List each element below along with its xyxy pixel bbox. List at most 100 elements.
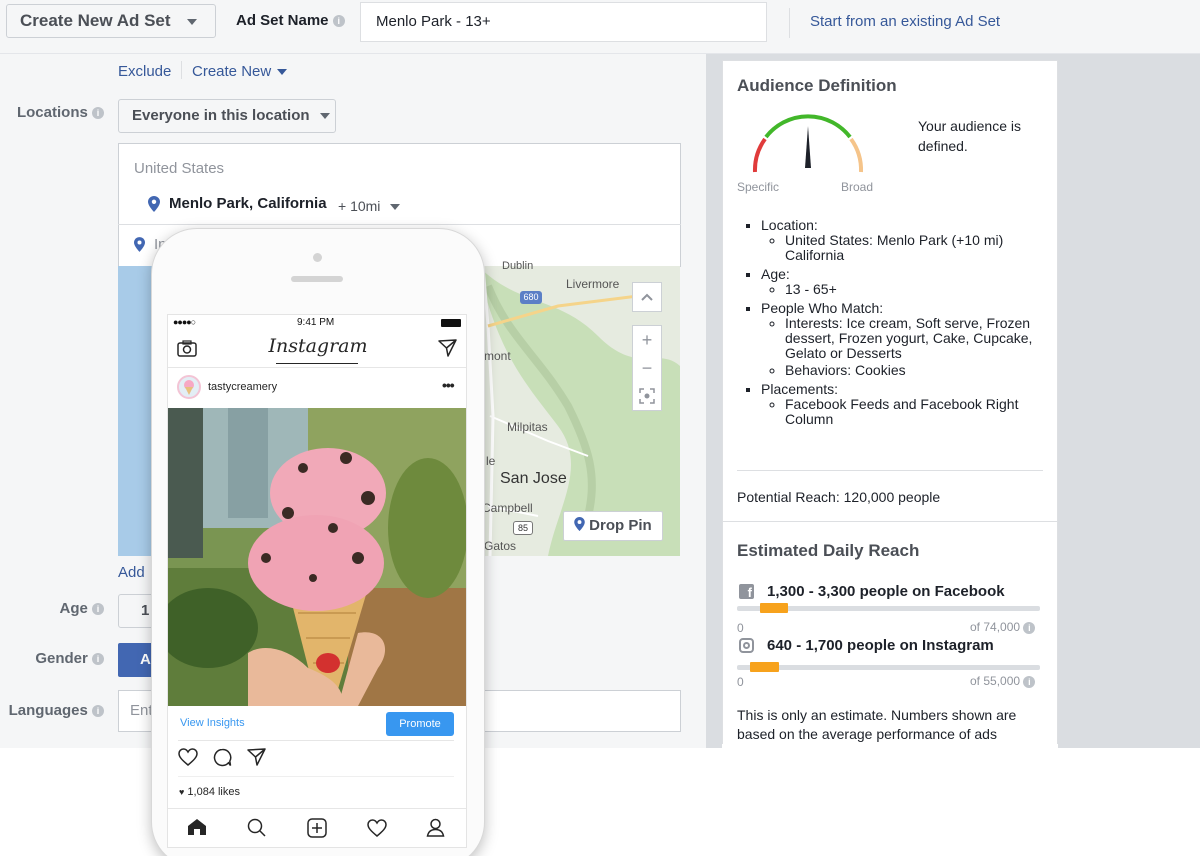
header-divider bbox=[168, 367, 466, 368]
map-collapse-button[interactable] bbox=[632, 282, 662, 312]
placements-value: Facebook Feeds and Facebook Right Column bbox=[785, 397, 1047, 427]
comment-icon bbox=[213, 748, 232, 767]
exclude-link[interactable]: Exclude bbox=[118, 63, 171, 80]
facebook-reach-min: 0 bbox=[737, 621, 744, 635]
phone-speaker bbox=[291, 276, 343, 282]
map-label-le: le bbox=[486, 454, 496, 468]
age-item: Age: 13 - 65+ bbox=[761, 267, 1047, 297]
instagram-icon bbox=[739, 638, 754, 653]
topbar-divider bbox=[789, 8, 790, 38]
gender-label: Gender i bbox=[0, 650, 104, 667]
chevron-down-icon bbox=[187, 18, 198, 25]
instagram-reach-bar bbox=[737, 662, 1040, 672]
languages-label: Languages i bbox=[0, 702, 104, 719]
zoom-in-button[interactable]: + bbox=[632, 327, 662, 353]
gauge-needle bbox=[805, 126, 811, 168]
gauge-specific-label: Specific bbox=[737, 180, 780, 194]
tab-new-post[interactable] bbox=[307, 818, 327, 838]
info-icon: i bbox=[92, 653, 104, 666]
location-city: Menlo Park, California bbox=[169, 195, 327, 212]
link-divider bbox=[181, 61, 182, 79]
map-label-milpitas: Milpitas bbox=[507, 420, 548, 434]
tab-home[interactable] bbox=[187, 818, 207, 836]
battery-icon bbox=[441, 319, 461, 327]
include-locations-input[interactable] bbox=[134, 237, 145, 252]
chevron-down-icon bbox=[319, 113, 330, 120]
add-post-icon bbox=[307, 818, 327, 838]
facebook-reach-fill bbox=[760, 603, 789, 613]
phone-clock: 9:41 PM bbox=[297, 317, 335, 328]
insights-divider bbox=[178, 740, 454, 741]
tab-activity[interactable] bbox=[367, 819, 387, 837]
ad-set-name-label: Ad Set Name i bbox=[236, 12, 345, 29]
comment-button[interactable] bbox=[213, 748, 232, 767]
people-who-match-item: People Who Match: Interests: Ice cream, … bbox=[761, 301, 1047, 378]
audience-status: Your audience is defined. bbox=[918, 118, 1022, 154]
location-value: United States: Menlo Park (+10 mi) Calif… bbox=[785, 233, 1047, 263]
more-options-button[interactable]: ••• bbox=[442, 377, 455, 393]
share-button[interactable] bbox=[247, 748, 266, 766]
include-row-divider bbox=[118, 224, 681, 225]
info-icon: i bbox=[92, 705, 104, 718]
home-icon bbox=[188, 819, 206, 835]
phone-camera bbox=[313, 253, 322, 262]
drop-pin-button[interactable]: Drop Pin bbox=[563, 511, 663, 541]
info-icon: i bbox=[332, 15, 345, 28]
add-bulk-locations-link[interactable]: Add bbox=[118, 564, 145, 581]
audience-details-list: Location: United States: Menlo Park (+10… bbox=[737, 218, 1047, 431]
info-icon[interactable]: i bbox=[1023, 675, 1036, 688]
chevron-down-icon[interactable] bbox=[390, 204, 400, 210]
avatar[interactable] bbox=[177, 375, 201, 399]
create-new-ad-set-label: Create New Ad Set bbox=[20, 11, 171, 30]
heart-icon bbox=[367, 819, 387, 837]
instagram-reach-max: of 55,000 i bbox=[970, 674, 1036, 688]
audience-gauge bbox=[748, 114, 868, 174]
info-icon: i bbox=[92, 603, 104, 616]
location-country: United States bbox=[134, 160, 225, 177]
placements-item: Placements: Facebook Feeds and Facebook … bbox=[761, 382, 1047, 427]
audience-card-divider bbox=[737, 470, 1043, 471]
map-label-los-gatos: Gatos bbox=[484, 539, 517, 553]
disclaimer-fade bbox=[722, 744, 1058, 758]
facebook-reach-bar bbox=[737, 603, 1040, 613]
like-button[interactable] bbox=[178, 748, 198, 766]
location-radius: + 10mi bbox=[338, 198, 381, 214]
direct-message-button[interactable] bbox=[438, 339, 457, 357]
chevron-down-icon bbox=[277, 69, 288, 76]
info-icon[interactable]: i bbox=[1023, 621, 1036, 634]
create-new-link[interactable]: Create New bbox=[192, 63, 288, 80]
heart-icon: ♥ bbox=[179, 787, 185, 797]
instagram-reach-text: 640 - 1,700 people on Instagram bbox=[767, 637, 994, 654]
recenter-button[interactable] bbox=[638, 387, 656, 405]
highway-680-badge: 680 bbox=[520, 291, 542, 304]
camera-button[interactable] bbox=[177, 340, 197, 357]
map-pin-icon bbox=[574, 517, 585, 531]
ad-set-name-input[interactable]: Menlo Park - 13+ bbox=[360, 2, 767, 42]
location-type-dropdown[interactable]: Everyone in this location bbox=[118, 99, 336, 133]
chevron-up-icon bbox=[641, 293, 653, 301]
facebook-icon: f bbox=[739, 584, 754, 599]
behaviors-value: Behaviors: Cookies bbox=[785, 363, 1047, 378]
tab-profile[interactable] bbox=[426, 818, 445, 837]
wordmark-underline bbox=[276, 363, 358, 364]
estimate-disclaimer: This is only an estimate. Numbers shown … bbox=[737, 707, 1017, 742]
promote-button[interactable]: Promote bbox=[386, 712, 454, 736]
profile-icon bbox=[426, 818, 445, 837]
zoom-out-button[interactable]: − bbox=[632, 355, 662, 381]
crosshair-icon bbox=[639, 388, 655, 404]
view-insights-link[interactable]: View Insights bbox=[180, 717, 245, 729]
age-label: Age i bbox=[0, 600, 104, 617]
map-pin-icon bbox=[134, 237, 145, 252]
gauge-broad-label: Broad bbox=[841, 180, 874, 194]
map-label-campbell: Campbell bbox=[482, 501, 533, 515]
heart-icon bbox=[178, 748, 198, 766]
post-username[interactable]: tastycreamery bbox=[208, 381, 277, 393]
interests-value: Interests: Ice cream, Soft serve, Frozen… bbox=[785, 316, 1047, 361]
paper-plane-icon bbox=[438, 339, 457, 357]
facebook-reach-text: 1,300 - 3,300 people on Facebook bbox=[767, 583, 1005, 600]
start-from-existing-ad-set-link[interactable]: Start from an existing Ad Set bbox=[810, 13, 1000, 30]
create-new-ad-set-dropdown[interactable]: Create New Ad Set bbox=[6, 4, 216, 38]
post-photo bbox=[168, 408, 466, 706]
location-item: Location: United States: Menlo Park (+10… bbox=[761, 218, 1047, 263]
tab-search[interactable] bbox=[247, 818, 266, 837]
